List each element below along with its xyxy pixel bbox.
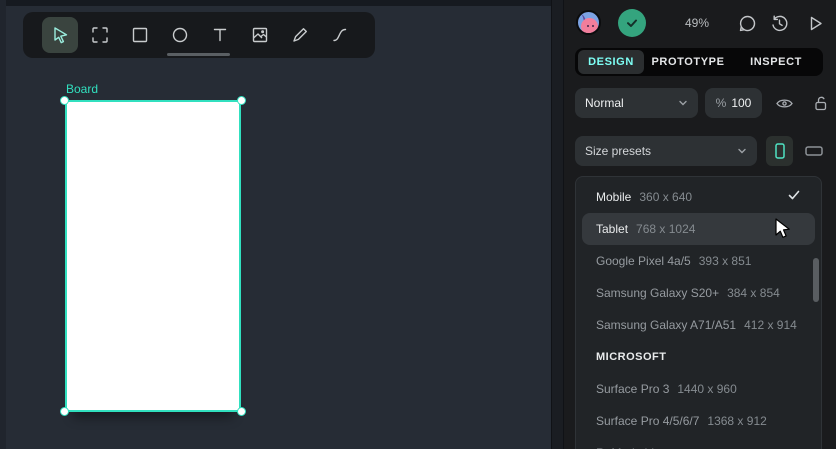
canvas-top-edge [0,0,551,6]
canvas-left-edge [0,0,6,449]
size-preset-option[interactable]: Samsung Galaxy A71/A51 412 x 914 [582,309,815,341]
preset-dims: 384 x 854 [727,286,780,300]
tool-select[interactable] [42,17,78,53]
board-icon [90,25,110,45]
board-frame[interactable] [65,100,241,412]
orientation-portrait-button[interactable] [766,136,793,166]
ellipse-icon [170,25,190,45]
avatar-face [581,18,598,33]
preset-dims: 393 x 851 [698,254,752,268]
board-label[interactable]: Board [66,82,98,96]
lock-toggle[interactable] [811,94,830,113]
preset-dims: 768 x 1024 [636,222,696,236]
image-icon [250,25,270,45]
tools-toolbar [23,12,375,58]
chevron-down-icon [678,98,688,108]
unlock-icon [811,94,830,113]
visibility-toggle[interactable] [775,94,794,113]
resize-handle-bottom-right[interactable] [237,407,246,416]
preset-name: Surface Pro 3 [596,382,670,396]
dropdown-scrollbar[interactable] [813,258,819,302]
cursor-icon [50,25,70,45]
preset-name: Samsung Galaxy S20+ [596,286,720,300]
size-preset-option[interactable]: Samsung Galaxy S20+ 384 x 854 [582,277,815,309]
avatar[interactable] [576,10,601,35]
blend-opacity-row: Normal % 100 [575,88,836,118]
preset-name: Google Pixel 4a/5 [596,254,691,268]
tool-path[interactable] [322,17,358,53]
tablet-landscape-icon [803,141,825,161]
preset-name: Surface Pro 4/5/6/7 [596,414,700,428]
opacity-value: 100 [731,96,752,110]
phone-portrait-icon [771,141,789,161]
avatar-eye [592,25,594,27]
preset-name: Tablet [596,222,629,236]
tab-inspect[interactable]: INSPECT [732,50,820,74]
preset-name: Samsung Galaxy A71/A51 [596,318,737,332]
toolbar-scroll-indicator[interactable] [167,53,230,56]
history-button[interactable] [769,13,790,34]
pencil-icon [290,25,310,45]
size-presets-select[interactable]: Size presets [575,136,757,166]
tab-prototype[interactable]: PROTOTYPE [644,50,732,74]
resize-handle-bottom-left[interactable] [60,407,69,416]
eye-icon [775,94,794,113]
play-button[interactable] [805,13,826,34]
history-icon [769,13,790,34]
size-presets-row: Size presets [575,136,836,166]
tool-ellipse[interactable] [162,17,198,53]
app-window: Board 49% DESIGN PROTOTYPE INSPECT Norma… [0,0,836,449]
play-icon [805,13,826,34]
size-presets-label: Size presets [585,144,652,158]
chevron-down-icon [737,146,747,156]
size-preset-option[interactable]: Google Pixel 4a/5 393 x 851 [582,245,815,277]
size-preset-option[interactable]: ReMarkable [582,437,815,449]
preset-dims: 1440 x 960 [677,382,737,396]
path-icon [330,25,350,45]
avatar-eye [587,25,589,27]
resize-handle-top-left[interactable] [60,96,69,105]
mouse-cursor [773,218,793,245]
opacity-input[interactable]: % 100 [705,88,762,118]
preset-dims: 1368 x 912 [707,414,767,428]
sidebar-tabs: DESIGN PROTOTYPE INSPECT [575,48,823,76]
preset-name: Mobile [596,190,632,204]
saved-status-badge [618,9,646,37]
size-presets-dropdown: Mobile 360 x 640 Tablet 768 x 1024 Googl… [575,176,822,449]
comments-button[interactable] [737,13,758,34]
tool-rectangle[interactable] [122,17,158,53]
canvas-vertical-scrollbar[interactable] [551,0,564,449]
resize-handle-top-right[interactable] [237,96,246,105]
sidebar-overlay: DESIGN PROTOTYPE INSPECT Normal % 100 Si… [564,0,836,449]
preset-section-header: MICROSOFT [596,351,667,363]
preset-dims: 412 x 914 [744,318,797,332]
preset-dims: 360 x 640 [639,190,693,204]
comment-icon [737,13,758,34]
orientation-landscape-button[interactable] [800,136,827,166]
check-icon [624,15,640,31]
rectangle-icon [130,25,150,45]
tool-image[interactable] [242,17,278,53]
check-icon [787,188,801,207]
size-preset-option[interactable]: Mobile 360 x 640 [582,181,815,213]
blend-mode-select[interactable]: Normal [575,88,698,118]
zoom-level[interactable]: 49% [685,16,709,30]
size-preset-option[interactable]: Surface Pro 3 1440 x 960 [582,373,815,405]
tab-design[interactable]: DESIGN [578,50,644,74]
canvas-viewport[interactable]: Board [0,0,551,449]
text-icon [210,25,230,45]
size-preset-option[interactable]: Surface Pro 4/5/6/7 1368 x 912 [582,405,815,437]
tool-pencil[interactable] [282,17,318,53]
tool-text[interactable] [202,17,238,53]
opacity-symbol: % [715,96,727,110]
tool-board[interactable] [82,17,118,53]
blend-mode-value: Normal [585,96,624,110]
